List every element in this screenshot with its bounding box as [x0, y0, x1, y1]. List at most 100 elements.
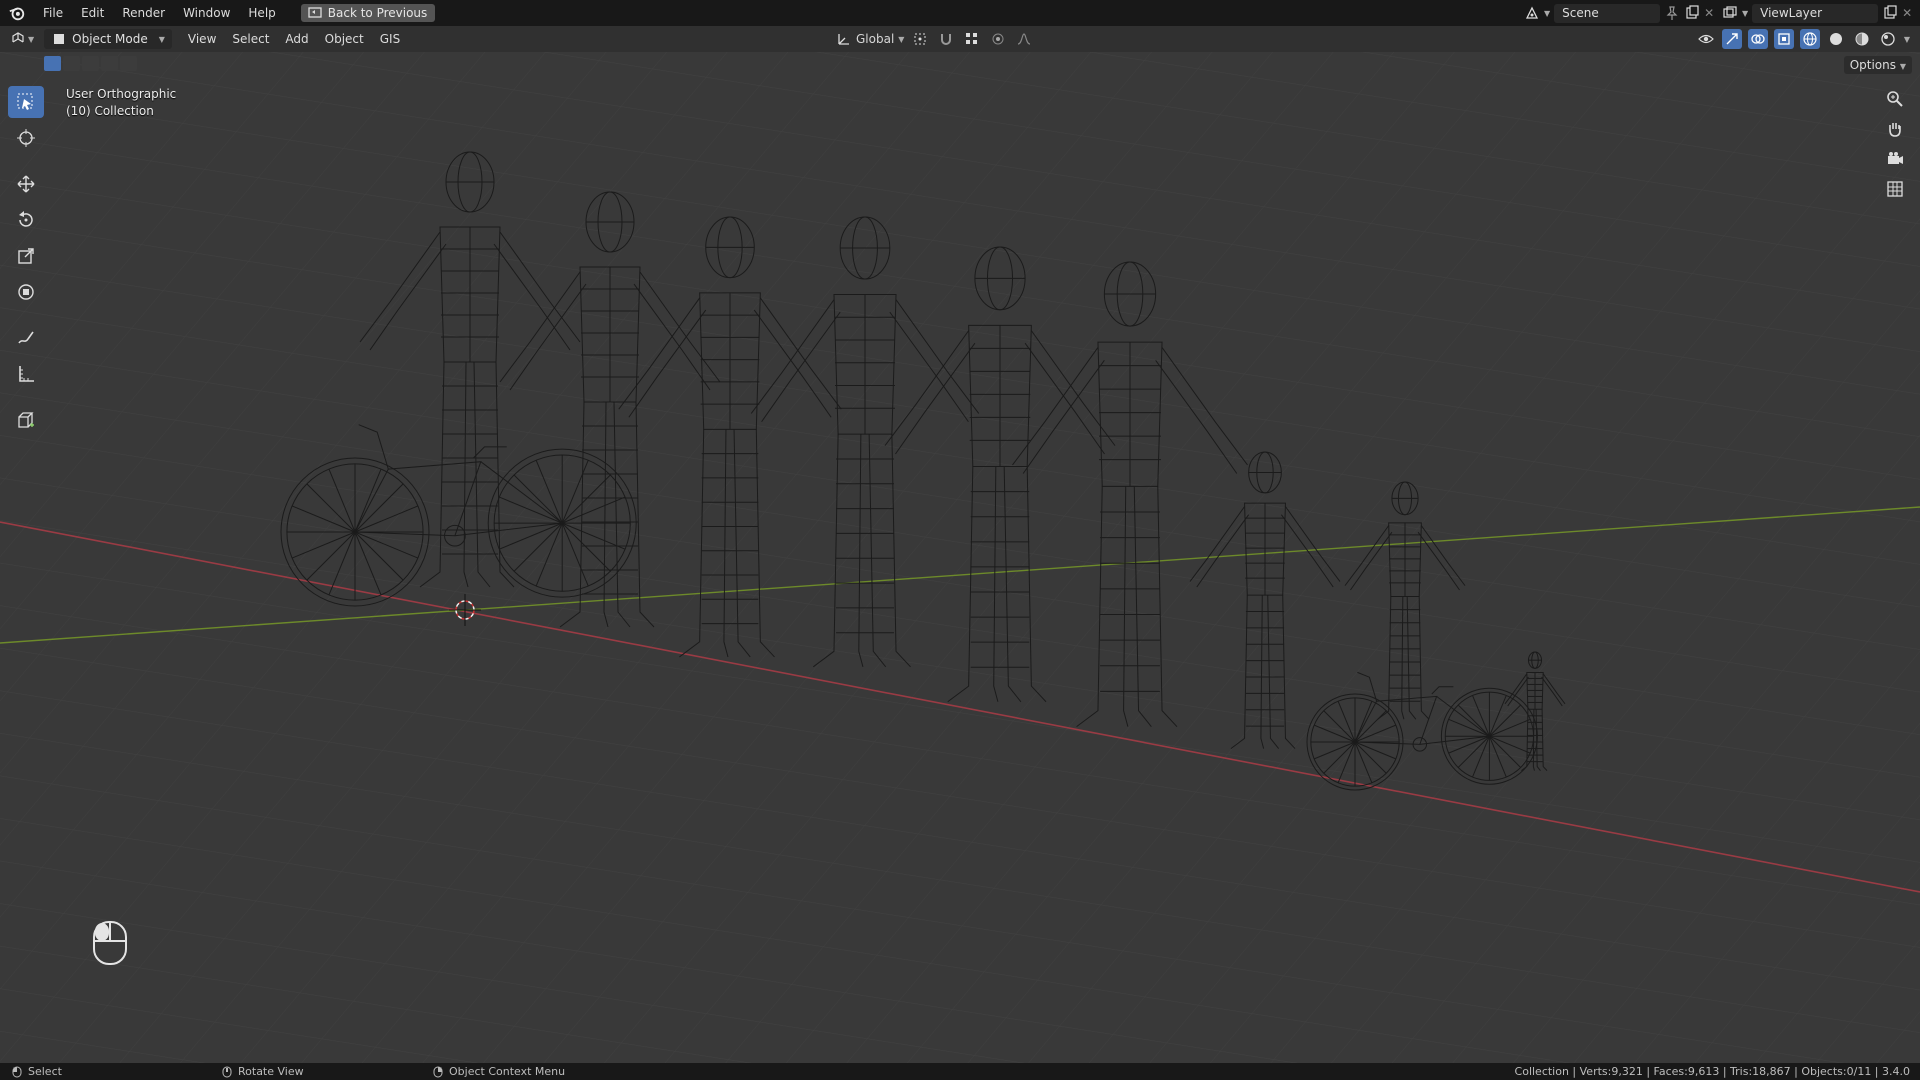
scale-tool[interactable]: [8, 240, 44, 272]
back-to-previous-button[interactable]: Back to Previous: [300, 4, 436, 22]
solid-shading-button[interactable]: [1826, 29, 1846, 49]
menu-object[interactable]: Object: [317, 26, 372, 52]
rotate-icon: [19, 211, 33, 227]
falloff-button[interactable]: [1014, 29, 1034, 49]
snap-target-button[interactable]: [962, 29, 982, 49]
scene-name-field[interactable]: Scene: [1554, 3, 1661, 23]
pivot-icon: [914, 33, 926, 45]
new-view-layer-icon[interactable]: [1882, 5, 1898, 21]
overlays-toggle[interactable]: [1747, 29, 1768, 49]
menu-gis[interactable]: GIS: [372, 26, 408, 52]
mouse-right-icon: [433, 1066, 443, 1077]
menu-view[interactable]: View: [180, 26, 224, 52]
object-mode-icon: [54, 34, 65, 44]
cursor-tool[interactable]: [8, 122, 44, 154]
visibility-button[interactable]: [1696, 29, 1716, 49]
collection-label: (10) Collection: [66, 104, 154, 118]
menu-edit[interactable]: Edit: [72, 0, 113, 26]
hand-icon: [1889, 123, 1901, 137]
mouse-middle-icon: [222, 1066, 232, 1077]
menu-select[interactable]: Select: [224, 26, 277, 52]
menu-window[interactable]: Window: [174, 0, 239, 26]
menu-render[interactable]: Render: [113, 0, 174, 26]
status-rotate-view: Rotate View: [222, 1065, 304, 1078]
rendered-sphere-icon: [1881, 32, 1895, 46]
rotate-tool[interactable]: [8, 204, 44, 236]
mode-dropdown[interactable]: Object Mode ▼: [44, 29, 172, 49]
transform-icon: [18, 284, 34, 300]
menu-file[interactable]: File: [34, 0, 72, 26]
add-cube-tool[interactable]: [8, 404, 44, 436]
mode-label: Object Mode: [72, 32, 148, 46]
chevron-down-icon: ▼: [1899, 62, 1906, 71]
view-layer-selector[interactable]: ▼ ViewLayer ✕: [1722, 3, 1912, 23]
rendered-shading-button[interactable]: [1878, 29, 1898, 49]
blender-logo-icon[interactable]: [8, 4, 26, 22]
menu-add[interactable]: Add: [277, 26, 316, 52]
snap-toggle[interactable]: [936, 29, 956, 49]
3d-cursor-tool-icon: [17, 129, 35, 147]
close-scene-icon[interactable]: ✕: [1704, 6, 1714, 20]
camera-view-button[interactable]: [1880, 146, 1910, 172]
grid-view-icon: [1887, 181, 1903, 197]
close-view-layer-icon[interactable]: ✕: [1902, 6, 1912, 20]
camera-icon: [1888, 152, 1903, 164]
view-name-label: User Orthographic: [66, 87, 177, 101]
pin-icon[interactable]: [1664, 5, 1680, 21]
annotate-tool[interactable]: [8, 322, 44, 354]
chevron-down-icon: ▼: [898, 34, 905, 44]
new-scene-icon[interactable]: [1684, 5, 1700, 21]
3d-viewport[interactable]: User Orthographic (10) Collection Option…: [0, 52, 1920, 1063]
ortho-toggle-button[interactable]: [1880, 176, 1910, 202]
annotate-icon: [18, 331, 34, 344]
wireframe-sphere-icon: [1803, 32, 1817, 46]
select-new-button[interactable]: [44, 56, 61, 71]
select-subtract-button[interactable]: [82, 56, 99, 71]
gizmo-toggle[interactable]: [1721, 29, 1742, 49]
status-select: Select: [12, 1065, 62, 1078]
falloff-curve-icon: [1018, 33, 1031, 45]
options-label: Options: [1849, 58, 1897, 72]
cursor-box-icon: [17, 93, 33, 110]
selection-mode-buttons: [44, 56, 137, 71]
wireframe-shading-button[interactable]: [1799, 29, 1820, 49]
select-box-tool[interactable]: [8, 86, 44, 118]
navigation-gizmo: [1880, 86, 1910, 202]
material-shading-button[interactable]: [1852, 29, 1872, 49]
select-extend-button[interactable]: [63, 56, 80, 71]
transform-tools: Global ▼: [836, 29, 1034, 49]
orientation-dropdown[interactable]: Global ▼: [836, 31, 904, 47]
back-to-previous-label: Back to Previous: [327, 6, 428, 20]
move-tool[interactable]: [8, 168, 44, 200]
chevron-down-icon[interactable]: ▼: [1904, 35, 1910, 44]
scene-selector[interactable]: ▼ Scene ✕: [1524, 3, 1714, 23]
measure-icon: [19, 366, 34, 382]
chevron-down-icon: ▼: [28, 34, 35, 44]
status-bar: Select Rotate View Object Context Menu C…: [0, 1063, 1920, 1080]
measure-tool[interactable]: [8, 358, 44, 390]
chevron-down-icon: ▼: [158, 34, 165, 44]
status-context-label: Object Context Menu: [449, 1065, 566, 1078]
orientation-label: Global: [856, 32, 895, 46]
magnet-icon: [941, 34, 952, 45]
overlays-icon: [1751, 34, 1765, 44]
editor-type-button[interactable]: ▼: [10, 31, 34, 47]
scene-icon: [1525, 6, 1539, 19]
proportional-edit-toggle[interactable]: [988, 29, 1008, 49]
options-dropdown[interactable]: Options ▼: [1843, 56, 1912, 74]
scene-canvas[interactable]: [0, 52, 1920, 1063]
select-invert-button[interactable]: [101, 56, 118, 71]
xray-toggle[interactable]: [1773, 29, 1794, 49]
zoom-button[interactable]: [1880, 86, 1910, 112]
status-rotate-label: Rotate View: [238, 1065, 304, 1078]
select-intersect-button[interactable]: [120, 56, 137, 71]
status-select-label: Select: [28, 1065, 62, 1078]
chevron-down-icon: ▼: [1544, 8, 1551, 18]
view-layer-field[interactable]: ViewLayer: [1752, 3, 1879, 23]
pan-button[interactable]: [1880, 116, 1910, 142]
menu-help[interactable]: Help: [239, 0, 284, 26]
transform-tool[interactable]: [8, 276, 44, 308]
status-context-menu: Object Context Menu: [433, 1065, 565, 1078]
solid-sphere-icon: [1829, 33, 1842, 45]
pivot-point-button[interactable]: [910, 29, 930, 49]
